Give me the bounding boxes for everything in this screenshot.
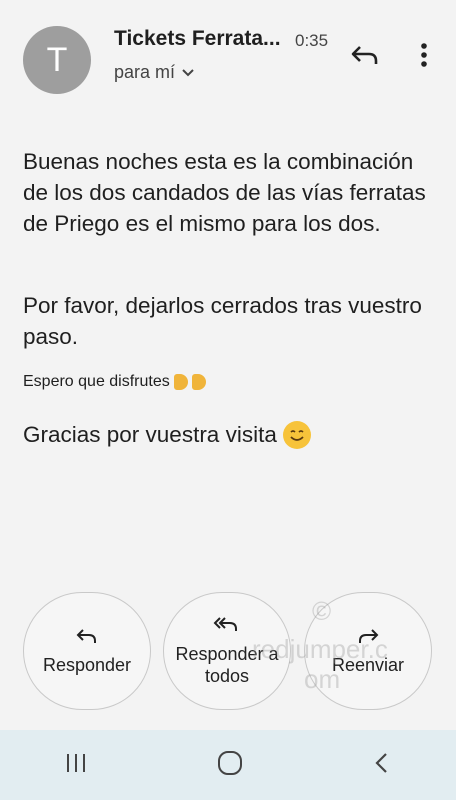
smiling-face-emoji-icon <box>282 421 311 449</box>
message-paragraph-1: Buenas noches esta es la combinación de … <box>23 149 426 236</box>
home-button[interactable] <box>216 749 244 782</box>
reply-icon <box>351 46 378 64</box>
reply-action-button[interactable]: Responder <box>23 592 151 710</box>
back-button[interactable] <box>372 751 392 780</box>
chevron-down-icon <box>182 68 194 76</box>
recents-icon <box>67 753 85 772</box>
forward-action-button[interactable]: Reenviar <box>304 592 432 710</box>
forward-icon <box>359 628 379 643</box>
system-navigation-bar <box>0 730 456 800</box>
pointing-hand-emoji-icon <box>191 374 206 390</box>
recipient-details-toggle[interactable]: para mí <box>114 62 195 83</box>
reply-all-action-button[interactable]: Responder a todos <box>163 592 291 710</box>
sender-name: Tickets Ferrata... <box>114 27 281 50</box>
reply-action-label: Responder <box>42 654 132 675</box>
more-vert-icon <box>421 43 427 67</box>
message-paragraph-2: Por favor, dejarlos cerrados tras vuestr… <box>23 293 422 349</box>
reply-icon <box>76 628 96 643</box>
flexed-biceps-emoji-icon <box>173 374 188 390</box>
message-paragraph-4-text: Gracias por vuestra visita <box>23 422 277 447</box>
back-icon <box>375 752 387 773</box>
avatar[interactable]: T <box>23 26 91 94</box>
reply-button[interactable] <box>346 38 384 72</box>
reply-all-action-label: Responder a todos <box>175 644 279 686</box>
reply-all-icon <box>213 617 237 631</box>
more-options-button[interactable] <box>412 38 436 72</box>
forward-action-label: Reenviar <box>331 654 405 675</box>
recipient-label: para mí <box>114 62 176 82</box>
message-paragraph-4: Gracias por vuestra visita <box>23 421 436 449</box>
home-icon <box>218 750 242 775</box>
avatar-letter: T <box>46 40 68 79</box>
message-paragraph-3-text: Espero que disfrutes <box>23 373 170 390</box>
received-time: 0:35 <box>295 31 329 50</box>
message-paragraph-3: Espero que disfrutes <box>23 373 436 391</box>
recents-button[interactable] <box>64 751 88 780</box>
